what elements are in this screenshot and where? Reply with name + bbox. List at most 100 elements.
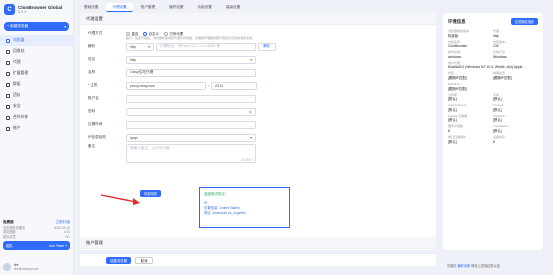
chevron-down-icon: ▾: [250, 135, 252, 140]
env-field-value: 标准版: [448, 33, 459, 38]
password-input[interactable]: ◎: [126, 107, 256, 116]
security-icon: [6, 104, 10, 109]
plan-panel: 免费版 立即升级 浏览器有效期至 2025-03-15 浏览器数 1/10 团队成员 0…: [3, 220, 70, 251]
protocol-select[interactable]: http ▾: [126, 55, 256, 64]
panel-title: 环境信息: [448, 18, 466, 24]
note-textarea[interactable]: 请输入备注，以分号分隔 0/1500: [126, 144, 256, 163]
env-field: ClientRects [默认]: [493, 125, 538, 133]
env-field-value: Windows: [493, 54, 507, 59]
env-field: 代理 http: [493, 29, 538, 37]
sidebar-item-browser[interactable]: 浏览器: [0, 35, 73, 46]
footer-text: 可通过: [447, 264, 457, 268]
preferences-link[interactable]: 偏好设置: [457, 264, 470, 268]
parse-protocol-select[interactable]: http ▾: [126, 42, 154, 51]
sidebar-item-account[interactable]: 账户: [0, 123, 73, 134]
sidebar-item-trash[interactable]: 回收站: [0, 46, 73, 57]
input-value: 2312: [215, 83, 224, 88]
sidebar-item-label: 团队: [13, 93, 21, 97]
chevron-down-icon: ▾: [64, 24, 66, 29]
username-row: 账户名: [88, 92, 428, 105]
env-field-value: [默认]: [448, 97, 457, 102]
proxy-name-input[interactable]: Cissy住宅代理: [126, 68, 256, 77]
tab-features[interactable]: 功能设置: [192, 3, 218, 12]
env-field: 内核名称 ClonBrowser: [448, 40, 493, 48]
env-field-value: 130: [493, 44, 499, 49]
env-field-value: [默认]: [493, 118, 502, 123]
ipcheck-select[interactable]: ipapi ▾: [126, 133, 256, 142]
protocol-row: 协议 http ▾: [88, 53, 428, 66]
parse-row: 解析 http ▾ 代理地址：例 http://127.0.0.1:8080 等 …: [88, 40, 428, 53]
select-value: http: [130, 57, 136, 62]
account-icon: [6, 126, 10, 131]
sidebar-item-label: 扩展管理: [13, 71, 29, 75]
env-field-value: [跟随IP匹配]: [448, 75, 467, 80]
radio-icon: [126, 31, 130, 36]
settings-tabs: 基础设置 代理设置 账户管理 偏好设置 功能设置 高级设置: [78, 3, 246, 12]
section-title: 代理设置: [80, 13, 436, 25]
folder-icon: [6, 82, 10, 87]
env-field: 字体 [默认]: [493, 93, 538, 101]
sidebar-item-team[interactable]: 团队: [0, 90, 73, 101]
field-label: 名称: [88, 70, 96, 74]
tab-basic[interactable]: 基础设置: [78, 3, 104, 12]
env-field-value: [默认]: [448, 107, 457, 112]
create-browser-button[interactable]: 创建浏览器: [106, 256, 131, 264]
tab-advanced[interactable]: 高级设置: [220, 3, 246, 12]
app-logo-icon: C: [4, 4, 15, 15]
team-switcher[interactable]: 团队 Ace Team ?: [3, 241, 70, 251]
env-field-value: 8: [493, 139, 495, 144]
new-browser-button[interactable]: + 新建浏览器 ▾: [4, 22, 69, 31]
field-label: * 主机: [88, 83, 98, 87]
team-label: 团队: [6, 244, 13, 249]
env-field-value: [跟随IP匹配]: [493, 75, 512, 80]
note-row: 备注 请输入备注，以分号分隔 0/1500: [88, 144, 428, 166]
env-field-value: Mozilla/5.0 (Windows NT 10.0; Win64; x64…: [448, 65, 526, 70]
check-network-button[interactable]: 检查网络: [140, 190, 161, 197]
sidebar-item-groups[interactable]: 群组: [0, 79, 73, 90]
success-message: 连接测试成功！: [204, 192, 228, 196]
expire-date-picker[interactable]: [126, 120, 256, 129]
sidebar-item-label: 浏览器: [13, 38, 25, 42]
parse-input[interactable]: 代理地址：例 http://127.0.0.1:8080 等: [156, 42, 256, 51]
textarea-placeholder: 请输入备注，以分号分隔: [130, 146, 170, 150]
input-value: proxy.cissy.com: [130, 83, 156, 88]
username-input[interactable]: [126, 94, 256, 103]
select-value: ipapi: [130, 135, 138, 140]
form-footer: 创建浏览器 取消: [80, 254, 436, 266]
environment-fields: 浏览器指纹版本 标准版 代理 http 内核名称 ClonBrowser 内核版本 130 操作…: [443, 29, 543, 147]
result-timezone: 时区: America/Los_Angeles: [204, 211, 246, 215]
env-field-value: [默认]: [448, 139, 457, 144]
tab-account[interactable]: 账户管理: [135, 3, 161, 12]
avatar: [3, 263, 11, 271]
env-field: WebGL元数据 [默认]: [448, 114, 493, 122]
cancel-button[interactable]: 取消: [135, 256, 153, 264]
env-field: 系统平台 Windows: [493, 51, 538, 59]
port-input[interactable]: 2312: [211, 81, 258, 90]
sidebar-item-extensions[interactable]: 扩展管理: [0, 68, 73, 79]
env-field: WebRTC [跟随IP匹配]: [448, 82, 538, 90]
generate-fingerprint-button[interactable]: 生成随机指纹: [510, 18, 538, 25]
sidebar-item-security[interactable]: 安全: [0, 101, 73, 112]
upgrade-link[interactable]: 立即升级: [56, 220, 70, 225]
user-profile[interactable]: lee lee@clonsy.com: [3, 263, 70, 271]
ipcheck-row: IP信息检测 ipapi ▾: [88, 131, 428, 144]
sidebar-item-label: 合作伙伴: [13, 115, 29, 119]
tab-preferences[interactable]: 偏好设置: [163, 3, 189, 12]
parse-button[interactable]: 解析: [258, 42, 276, 51]
field-label: 密码: [88, 109, 96, 113]
environment-info-panel: 环境信息 生成随机指纹 浏览器指纹版本 标准版 代理 http 内核名称 ClonBrow…: [443, 13, 543, 250]
sidebar-item-proxy[interactable]: 代理: [0, 57, 73, 68]
radio-selected-icon: [143, 31, 148, 36]
host-input[interactable]: proxy.cissy.com: [126, 81, 206, 90]
section-title: 账户管理: [80, 237, 436, 249]
eye-icon[interactable]: ◎: [249, 110, 252, 114]
browser-icon: [6, 38, 10, 43]
chevron-down-icon: ▾: [250, 57, 252, 62]
env-field-value: 8: [448, 128, 450, 133]
input-value: Cissy住宅代理: [130, 70, 154, 74]
app-version: 5.0.4: [18, 10, 26, 14]
chevron-down-icon: ▾: [148, 44, 150, 49]
tab-proxy[interactable]: 代理设置: [106, 3, 133, 12]
sidebar-item-partner[interactable]: 合作伙伴: [0, 112, 73, 123]
field-label: IP信息检测: [88, 135, 106, 139]
